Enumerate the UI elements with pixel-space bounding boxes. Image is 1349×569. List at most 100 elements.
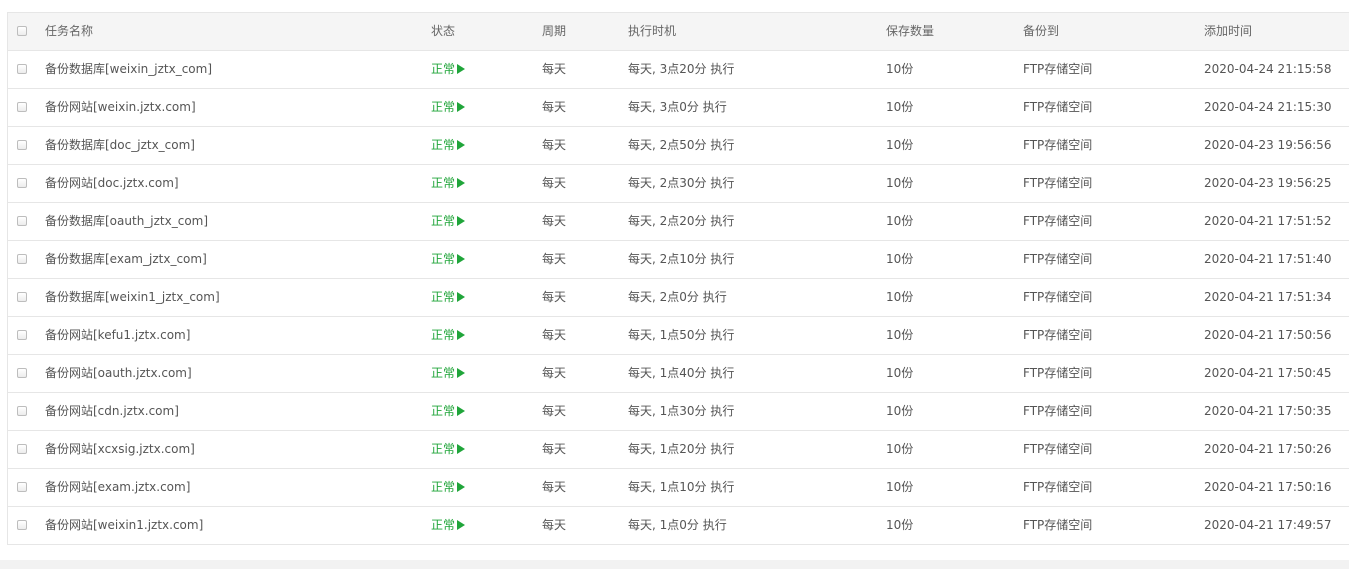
status-label: 正常 [431,404,456,418]
task-status-toggle[interactable]: 正常 [431,317,466,354]
task-period: 每天 [542,176,567,190]
play-icon [457,177,466,188]
task-keep-count: 10份 [886,214,914,228]
status-label: 正常 [431,138,456,152]
row-checkbox[interactable] [17,292,27,302]
task-status-toggle[interactable]: 正常 [431,241,466,278]
task-keep-count: 10份 [886,404,914,418]
task-exec-time: 每天, 2点10分 执行 [628,252,735,266]
task-period: 每天 [542,480,567,494]
row-checkbox[interactable] [17,140,27,150]
column-header-period[interactable]: 周期 [542,13,566,50]
row-checkbox[interactable] [17,102,27,112]
task-backup-destination: FTP存储空间 [1023,442,1093,456]
status-label: 正常 [431,366,456,380]
task-added-time: 2020-04-24 21:15:58 [1204,62,1332,76]
row-checkbox[interactable] [17,406,27,416]
table-row: 备份数据库[weixin1_jztx_com] 正常 每天 每天, 2点0分 执行 10… [8,279,1349,317]
table-row: 备份网站[exam.jztx.com] 正常 每天 每天, 1点10分 执行 10份 FT… [8,469,1349,507]
row-checkbox[interactable] [17,254,27,264]
task-added-time: 2020-04-21 17:50:35 [1204,404,1332,418]
column-header-status[interactable]: 状态 [431,13,455,50]
task-keep-count: 10份 [886,176,914,190]
task-exec-time: 每天, 1点40分 执行 [628,366,735,380]
task-name: 备份数据库[exam_jztx_com] [45,252,207,266]
play-icon [457,63,466,74]
table-row: 备份网站[weixin1.jztx.com] 正常 每天 每天, 1点0分 执行 10份… [8,507,1349,544]
task-status-toggle[interactable]: 正常 [431,51,466,88]
task-exec-time: 每天, 1点0分 执行 [628,518,727,532]
task-name: 备份数据库[weixin1_jztx_com] [45,290,220,304]
task-backup-destination: FTP存储空间 [1023,366,1093,380]
task-backup-destination: FTP存储空间 [1023,404,1093,418]
task-added-time: 2020-04-21 17:49:57 [1204,518,1332,532]
task-status-toggle[interactable]: 正常 [431,165,466,202]
task-added-time: 2020-04-21 17:50:26 [1204,442,1332,456]
task-period: 每天 [542,290,567,304]
task-added-time: 2020-04-23 19:56:56 [1204,138,1332,152]
task-period: 每天 [542,62,567,76]
column-header-keep[interactable]: 保存数量 [886,13,934,50]
row-checkbox[interactable] [17,520,27,530]
task-name: 备份网站[oauth.jztx.com] [45,366,192,380]
task-keep-count: 10份 [886,328,914,342]
table-row: 备份网站[kefu1.jztx.com] 正常 每天 每天, 1点50分 执行 10份 F… [8,317,1349,355]
play-icon [457,101,466,112]
task-status-toggle[interactable]: 正常 [431,431,466,468]
task-backup-destination: FTP存储空间 [1023,252,1093,266]
task-period: 每天 [542,518,567,532]
row-checkbox[interactable] [17,330,27,340]
task-added-time: 2020-04-21 17:51:40 [1204,252,1332,266]
task-exec-time: 每天, 1点10分 执行 [628,480,735,494]
task-status-toggle[interactable]: 正常 [431,507,466,544]
play-icon [457,139,466,150]
play-icon [457,253,466,264]
task-added-time: 2020-04-23 19:56:25 [1204,176,1332,190]
status-label: 正常 [431,290,456,304]
column-header-name[interactable]: 任务名称 [45,13,93,50]
row-checkbox[interactable] [17,64,27,74]
task-backup-destination: FTP存储空间 [1023,100,1093,114]
task-name: 备份数据库[weixin_jztx_com] [45,62,213,76]
task-exec-time: 每天, 1点20分 执行 [628,442,735,456]
task-backup-destination: FTP存储空间 [1023,138,1093,152]
table-row: 备份网站[doc.jztx.com] 正常 每天 每天, 2点30分 执行 10份 FTP… [8,165,1349,203]
table-body: 备份数据库[weixin_jztx_com] 正常 每天 每天, 3点20分 执行 10… [8,51,1349,544]
task-added-time: 2020-04-21 17:50:45 [1204,366,1332,380]
task-status-toggle[interactable]: 正常 [431,279,466,316]
task-period: 每天 [542,404,567,418]
task-name: 备份网站[xcxsig.jztx.com] [45,442,195,456]
row-checkbox[interactable] [17,368,27,378]
task-backup-destination: FTP存储空间 [1023,480,1093,494]
status-label: 正常 [431,252,456,266]
table-row: 备份网站[cdn.jztx.com] 正常 每天 每天, 1点30分 执行 10份 FTP… [8,393,1349,431]
task-keep-count: 10份 [886,252,914,266]
task-name: 备份数据库[oauth_jztx_com] [45,214,209,228]
task-status-toggle[interactable]: 正常 [431,89,466,126]
task-name: 备份网站[doc.jztx.com] [45,176,179,190]
task-status-toggle[interactable]: 正常 [431,355,466,392]
task-status-toggle[interactable]: 正常 [431,203,466,240]
task-status-toggle[interactable]: 正常 [431,393,466,430]
row-checkbox[interactable] [17,444,27,454]
task-status-toggle[interactable]: 正常 [431,469,466,506]
task-backup-destination: FTP存储空间 [1023,290,1093,304]
task-status-toggle[interactable]: 正常 [431,127,466,164]
table-row: 备份数据库[exam_jztx_com] 正常 每天 每天, 2点10分 执行 10份 F… [8,241,1349,279]
row-checkbox[interactable] [17,178,27,188]
play-icon [457,291,466,302]
status-label: 正常 [431,518,456,532]
task-exec-time: 每天, 1点30分 执行 [628,404,735,418]
task-keep-count: 10份 [886,290,914,304]
play-icon [457,367,466,378]
select-all-checkbox[interactable] [17,26,27,36]
row-checkbox[interactable] [17,482,27,492]
status-label: 正常 [431,328,456,342]
task-name: 备份数据库[doc_jztx_com] [45,138,195,152]
task-added-time: 2020-04-21 17:50:56 [1204,328,1332,342]
row-checkbox[interactable] [17,216,27,226]
column-header-backup-to[interactable]: 备份到 [1023,13,1059,50]
column-header-added-time[interactable]: 添加时间 [1204,13,1252,50]
task-exec-time: 每天, 2点50分 执行 [628,138,735,152]
column-header-exec-time[interactable]: 执行时机 [628,13,676,50]
